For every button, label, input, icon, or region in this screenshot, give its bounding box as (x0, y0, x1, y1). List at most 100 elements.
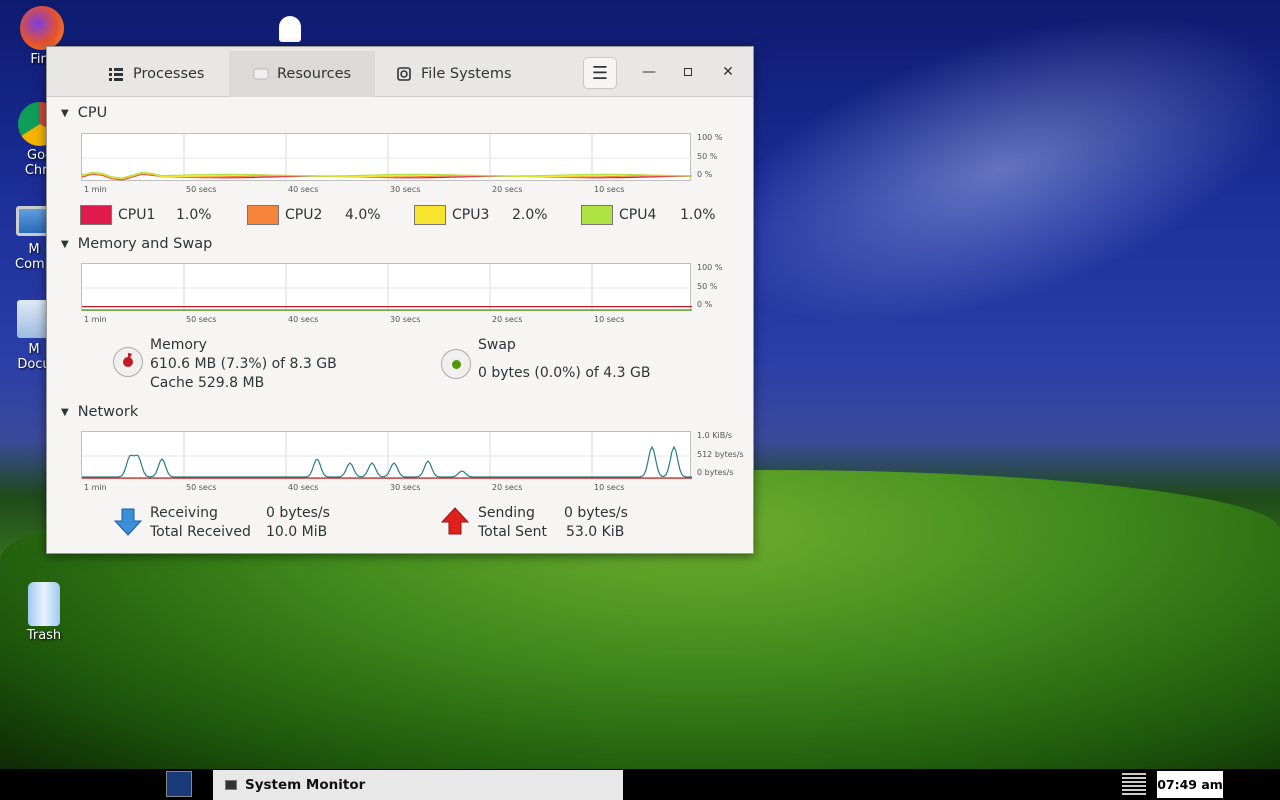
memory-usage: 610.6 MB (7.3%) of 8.3 GB (150, 356, 337, 372)
memory-graph (81, 263, 692, 312)
tab-file-systems[interactable]: File Systems (383, 51, 533, 97)
legend-cpu3[interactable]: CPU3 (414, 205, 489, 225)
x-axis-tick: 30 secs (390, 185, 421, 194)
legend-label: CPU4 (619, 207, 657, 223)
list-icon (109, 67, 123, 81)
x-axis-tick: 30 secs (390, 315, 421, 324)
x-axis-tick: 40 secs (288, 315, 319, 324)
total-received-label: Total Received (150, 524, 251, 540)
memory-title: Memory and Swap (77, 236, 213, 252)
tab-processes[interactable]: Processes (95, 51, 227, 97)
cpu-section-header[interactable]: ▼ CPU (61, 105, 107, 121)
y-axis-label: 100 % (697, 263, 723, 272)
y-axis-label: 1.0 KiB/s (697, 431, 733, 440)
system-monitor-window: Processes Resources File Systems ☰ — ✕ ▼… (46, 46, 754, 554)
x-axis-tick: 50 secs (186, 483, 217, 492)
ghost-icon (279, 16, 301, 42)
legend-label: CPU1 (118, 207, 156, 223)
firefox-icon (20, 6, 64, 50)
x-axis-tick: 50 secs (186, 315, 217, 324)
memory-section-header[interactable]: ▼ Memory and Swap (61, 236, 212, 252)
x-axis-tick: 1 min (84, 185, 107, 194)
taskbar-item-system-monitor[interactable]: System Monitor (213, 770, 623, 800)
y-axis-label: 0 % (697, 170, 713, 179)
x-axis-tick: 50 secs (186, 185, 217, 194)
resources-icon (253, 67, 269, 81)
y-axis-label: 0 % (697, 300, 713, 309)
legend-value: 1.0% (680, 207, 716, 223)
network-tray-icon[interactable] (1122, 773, 1146, 795)
legend-cpu1[interactable]: CPU1 (80, 205, 155, 225)
system-monitor-icon (225, 780, 237, 790)
legend-value: 4.0% (345, 207, 381, 223)
network-title: Network (77, 404, 139, 420)
network-graph (81, 431, 692, 480)
color-swatch[interactable] (247, 205, 279, 225)
swap-pie-icon[interactable] (441, 349, 471, 379)
desktop-icon-trash[interactable]: Trash (14, 582, 74, 643)
desktop-icon-label: Trash (26, 628, 62, 643)
maximize-button[interactable] (675, 59, 701, 85)
cpu-title: CPU (77, 105, 108, 121)
tab-label: Processes (133, 66, 205, 82)
hamburger-icon: ☰ (591, 62, 609, 84)
y-axis-label: 50 % (697, 152, 718, 161)
swap-label: Swap (478, 337, 516, 353)
memory-label: Memory (150, 337, 207, 353)
receiving-series-line (82, 445, 692, 478)
legend-cpu2[interactable]: CPU2 (247, 205, 322, 225)
taskbar: System Monitor 07:49 am (0, 769, 1280, 800)
legend-cpu4[interactable]: CPU4 (581, 205, 656, 225)
sky-glow (674, 0, 1280, 387)
legend-label: CPU3 (452, 207, 490, 223)
x-axis-tick: 20 secs (492, 185, 523, 194)
x-axis-tick: 10 secs (594, 315, 625, 324)
header-bar: Processes Resources File Systems ☰ — ✕ (47, 47, 753, 97)
memory-graph-svg (82, 264, 692, 312)
swap-indicator (452, 360, 461, 369)
sending-value: 0 bytes/s (564, 505, 628, 521)
network-section-header[interactable]: ▼ Network (61, 404, 138, 420)
tab-label: File Systems (421, 66, 512, 82)
x-axis-tick: 40 secs (288, 185, 319, 194)
tab-label: Resources (277, 66, 352, 82)
disk-icon (397, 67, 411, 81)
total-sent-value: 53.0 KiB (566, 524, 625, 540)
legend-value: 1.0% (176, 207, 212, 223)
cpu-graph-svg (82, 134, 692, 182)
menu-button[interactable]: ☰ (583, 57, 617, 89)
show-desktop-icon[interactable] (166, 771, 192, 797)
color-swatch[interactable] (414, 205, 446, 225)
network-graph-svg (82, 432, 692, 480)
receiving-label: Receiving (150, 505, 218, 521)
receiving-value: 0 bytes/s (266, 505, 330, 521)
color-swatch[interactable] (581, 205, 613, 225)
x-axis-tick: 1 min (84, 483, 107, 492)
expander-arrow-icon: ▼ (61, 406, 69, 418)
expander-arrow-icon: ▼ (61, 107, 69, 119)
memory-pie-svg (123, 352, 133, 367)
minimize-icon: — (642, 64, 656, 80)
swap-usage: 0 bytes (0.0%) of 4.3 GB (478, 365, 651, 381)
y-axis-label: 512 bytes/s (697, 450, 744, 459)
clock[interactable]: 07:49 am (1157, 771, 1223, 798)
y-axis-label: 100 % (697, 133, 723, 142)
x-axis-tick: 20 secs (492, 483, 523, 492)
x-axis-tick: 10 secs (594, 185, 625, 194)
total-received-value: 10.0 MiB (266, 524, 328, 540)
close-button[interactable]: ✕ (715, 59, 741, 85)
minimize-button[interactable]: — (636, 59, 662, 85)
expander-arrow-icon: ▼ (61, 238, 69, 250)
sending-icon (440, 506, 470, 540)
memory-cache: Cache 529.8 MB (150, 375, 265, 391)
maximize-icon (684, 68, 692, 76)
legend-label: CPU2 (285, 207, 323, 223)
x-axis-tick: 40 secs (288, 483, 319, 492)
tab-resources[interactable]: Resources (229, 51, 375, 97)
x-axis-tick: 20 secs (492, 315, 523, 324)
color-swatch[interactable] (80, 205, 112, 225)
receiving-icon (113, 507, 143, 541)
x-axis-tick: 10 secs (594, 483, 625, 492)
taskbar-item-label: System Monitor (245, 777, 366, 793)
memory-pie-icon[interactable] (113, 347, 143, 377)
